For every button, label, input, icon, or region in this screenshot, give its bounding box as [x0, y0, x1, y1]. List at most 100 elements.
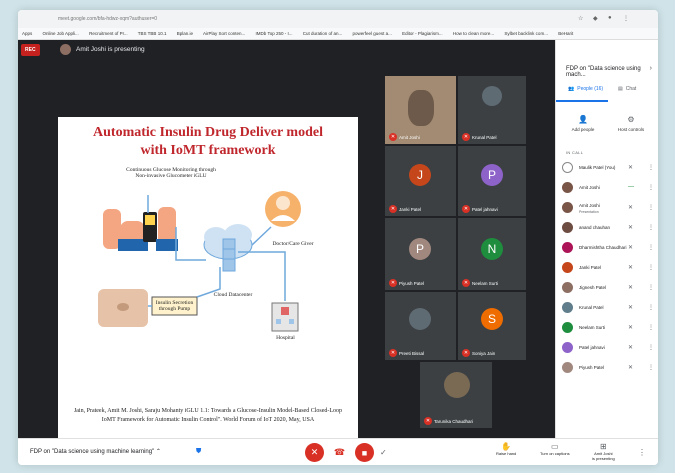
mic-off-icon: ✕: [424, 417, 432, 425]
presentation-stage: Automatic Insulin Drug Deliver model wit…: [18, 60, 555, 447]
recording-badge: REC: [21, 44, 40, 56]
participant-avatar: P: [409, 238, 431, 260]
bookmark-item[interactable]: Apps: [22, 31, 32, 36]
meeting-title: FDP on "Data science using mach...: [566, 66, 641, 78]
participant-row[interactable]: Krunal Patel ✕ ⋮: [556, 298, 658, 318]
phone-hangup-icon: ☎: [333, 447, 346, 457]
participant-avatar: [444, 372, 470, 398]
mic-toggle-button[interactable]: ✕: [305, 443, 324, 462]
star-icon[interactable]: ☆: [578, 15, 583, 22]
participant-tile[interactable]: P ✕ Patel jahnavi: [458, 146, 526, 216]
participant-name: Preeti Bissal: [399, 350, 425, 356]
more-options-icon[interactable]: ⋮: [648, 244, 654, 251]
tab-people[interactable]: 👥 People (16): [568, 86, 603, 92]
participant-name: Amit Joshi: [399, 134, 420, 140]
cloud-label: Cloud Datacenter: [213, 292, 253, 298]
bookmark-item[interactable]: Editor - Plagiarism...: [402, 31, 443, 36]
address-bar[interactable]: meet.google.com/bfa-hdwz-xqm?authuser=0: [58, 16, 157, 22]
more-options-icon[interactable]: ⋮: [648, 184, 654, 191]
participant-tile[interactable]: ✕ Preeti Bissal: [385, 292, 456, 360]
more-options-icon[interactable]: ⋮: [648, 224, 654, 231]
participant-row[interactable]: Jignesh Patel ✕ ⋮: [556, 278, 658, 298]
presentation-button[interactable]: ⊞ Amit Joshi is presenting: [592, 442, 615, 461]
insulin-pump-icon: [98, 289, 148, 327]
avatar: [562, 282, 573, 293]
shield-icon[interactable]: ⛊: [196, 448, 201, 456]
participant-row[interactable]: Patel jahnavi ✕ ⋮: [556, 338, 658, 358]
more-options-icon[interactable]: ⋮: [648, 204, 654, 211]
more-options-icon[interactable]: ⋮: [648, 264, 654, 271]
more-options-icon[interactable]: ⋮: [648, 344, 654, 351]
bookmark-item[interactable]: AirPlay Sort conten...: [203, 31, 245, 36]
more-options-icon[interactable]: ⋮: [648, 164, 654, 171]
more-options-icon[interactable]: ⋮: [648, 324, 654, 331]
pump-label: Insulin Secretion through Pump: [155, 300, 194, 312]
mic-off-icon: ✕: [389, 133, 397, 141]
tab-chat[interactable]: ▤ Chat: [618, 86, 636, 92]
participant-tile[interactable]: N ✕ Neelam Surti: [458, 218, 526, 290]
avatar: [562, 182, 573, 193]
captions-icon: ▭: [551, 442, 559, 451]
mic-off-icon: ✕: [628, 205, 634, 211]
participant-tile[interactable]: ✕ Amit Joshi: [385, 76, 456, 144]
bookmark-item[interactable]: Recruitment of Pr...: [89, 31, 128, 36]
participant-tile[interactable]: S ✕ Soniya Jain: [458, 292, 526, 360]
more-options-icon[interactable]: ⋮: [648, 304, 654, 311]
hospital-icon: [271, 302, 299, 332]
mic-off-icon: ✕: [462, 349, 470, 357]
chevron-up-icon: ⌃: [155, 449, 161, 455]
avatar: [562, 202, 573, 213]
leave-call-button[interactable]: ☎: [330, 443, 349, 462]
slide-reference: Jain, Prateek, Amit M. Joshi, Saraju Moh…: [73, 408, 343, 423]
avatar: [562, 362, 573, 373]
profile-icon[interactable]: ●: [608, 15, 612, 21]
more-options-icon[interactable]: ⋮: [648, 284, 654, 291]
participant-row[interactable]: Maulik Patel (You) ✕ ⋮: [556, 158, 658, 178]
participant-row[interactable]: Amit Joshi — ⋮: [556, 178, 658, 198]
participant-tile[interactable]: J ✕ Janki Patel: [385, 146, 456, 216]
captions-button[interactable]: ▭ Turn on captions: [540, 442, 570, 456]
participant-tile[interactable]: ✕ Tarunika Chaudhari: [420, 362, 492, 428]
extension-icon[interactable]: ◆: [593, 15, 598, 22]
bookmark-item[interactable]: Bplan.ie: [177, 31, 193, 36]
meeting-details-button[interactable]: FDP on "Data science using machine learn…: [30, 448, 161, 455]
participant-name: Piyush Patel: [399, 280, 425, 286]
add-person-icon: 👤: [578, 115, 588, 124]
participant-row[interactable]: Janki Patel ✕ ⋮: [556, 258, 658, 278]
camera-toggle-button[interactable]: ■: [355, 443, 374, 462]
participant-tile[interactable]: ✕ Krunal Patel: [458, 76, 526, 144]
host-controls-button[interactable]: ⚙ Host controls: [606, 115, 656, 132]
bookmark-item[interactable]: Online Job Appli...: [43, 31, 79, 36]
bookmark-item[interactable]: TBS TBB 10.1: [138, 31, 167, 36]
bookmark-item[interactable]: How to clean more...: [453, 31, 494, 36]
more-options-icon[interactable]: ⋮: [648, 364, 654, 371]
participant-row[interactable]: Amit Joshi Presentation ✕ ⋮: [556, 198, 658, 218]
participant-name: Neelam Surti: [472, 280, 499, 286]
avatar: [562, 262, 573, 273]
participant-tile[interactable]: P ✕ Piyush Patel: [385, 218, 456, 290]
bookmark-item[interactable]: IMDb Top 250 - I...: [256, 31, 293, 36]
bookmark-item[interactable]: Sylbet backlink com...: [504, 31, 548, 36]
participant-avatar: N: [481, 238, 503, 260]
mic-off-icon: ✕: [628, 365, 634, 371]
check-icon[interactable]: ✓: [380, 448, 387, 457]
bookmark-item[interactable]: BeHarit: [558, 31, 573, 36]
bookmark-item[interactable]: Cut duration of an...: [303, 31, 343, 36]
participant-name: Tarunika Chaudhari: [434, 418, 474, 424]
chat-icon: ▤: [618, 86, 623, 92]
participant-avatar: P: [481, 164, 503, 186]
doctor-label: Doctor/Care Giver: [272, 241, 314, 247]
presenter-status: Amit Joshi is presenting: [76, 46, 145, 53]
raise-hand-button[interactable]: ✋ Raise hand: [496, 442, 516, 456]
participant-row[interactable]: Neelam Surti ✕ ⋮: [556, 318, 658, 338]
participant-row[interactable]: anand chauhan ✕ ⋮: [556, 218, 658, 238]
add-people-button[interactable]: 👤 Add people: [558, 115, 608, 132]
avatar: [562, 222, 573, 233]
participant-row[interactable]: Dharmishtha Chaudhari ✕ ⋮: [556, 238, 658, 258]
menu-icon[interactable]: ⋮: [623, 15, 629, 22]
bookmark-item[interactable]: powerfeel guest a...: [353, 31, 392, 36]
more-options-icon[interactable]: ⋮: [638, 448, 646, 457]
chevron-right-icon[interactable]: ›: [650, 65, 652, 72]
participant-row[interactable]: Piyush Patel ✕ ⋮: [556, 358, 658, 378]
mic-off-icon: ✕: [628, 345, 634, 351]
